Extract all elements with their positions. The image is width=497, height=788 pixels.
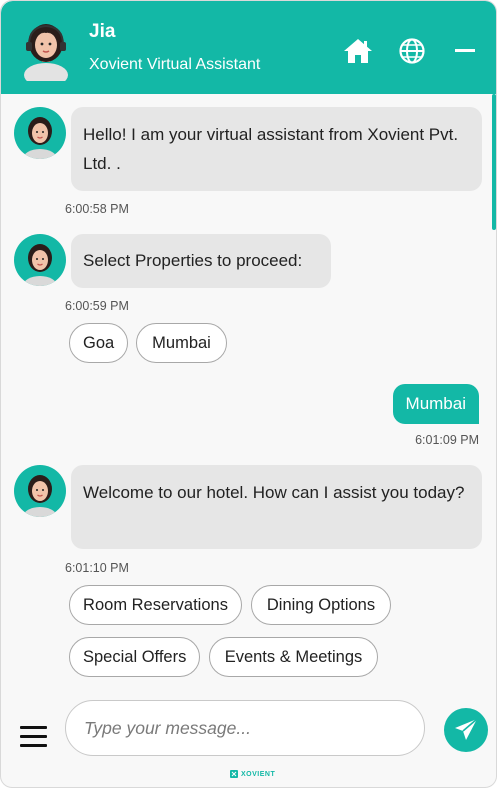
agent-name: Jia [89,21,116,42]
message-timestamp: 6:00:58 PM [65,202,129,216]
agent-avatar [17,19,75,87]
minimize-icon [455,49,475,52]
home-button[interactable] [340,33,376,69]
bot-avatar [14,234,66,286]
chat-scrollbar[interactable] [492,94,496,230]
message-timestamp: 6:00:59 PM [65,299,129,313]
option-chip-goa[interactable]: Goa [69,323,128,363]
message-timestamp: 6:01:10 PM [65,561,129,575]
globe-icon [399,38,425,64]
bot-message-welcome: Hello! I am your virtual assistant from … [71,107,482,191]
send-button[interactable] [444,708,488,752]
option-chip-special-offers[interactable]: Special Offers [69,637,200,677]
bot-avatar [14,465,66,517]
option-chip-dining-options[interactable]: Dining Options [251,585,391,625]
option-chip-mumbai[interactable]: Mumbai [136,323,227,363]
option-chip-room-reservations[interactable]: Room Reservations [69,585,242,625]
bot-message-assist: Welcome to our hotel. How can I assist y… [71,465,482,549]
minimize-button[interactable] [447,33,483,69]
menu-button[interactable] [20,726,47,748]
language-button[interactable] [394,33,430,69]
message-timestamp: 6:01:09 PM [415,433,479,447]
user-message: Mumbai [392,384,479,424]
home-icon [344,39,372,63]
bot-avatar [14,107,66,159]
bot-message-select-property: Select Properties to proceed: [71,234,331,288]
agent-subtitle: Xovient Virtual Assistant [89,56,261,73]
chat-widget: Jia Xovient Virtual Assistant Hello! I a… [0,0,497,788]
option-chip-events-meetings[interactable]: Events & Meetings [209,637,378,677]
message-text: Hello! I am your virtual assistant from … [83,125,459,173]
message-text: Select Properties to proceed: [83,251,303,270]
message-text: Welcome to our hotel. How can I assist y… [83,483,465,502]
message-input[interactable] [65,700,425,756]
chat-header: Jia Xovient Virtual Assistant [1,1,496,94]
brand-name: XOVIENT [241,770,276,778]
brand-footer: XOVIENT [230,770,275,778]
menu-icon [20,726,47,729]
send-icon [455,718,478,740]
xovient-logo-icon [230,770,238,778]
